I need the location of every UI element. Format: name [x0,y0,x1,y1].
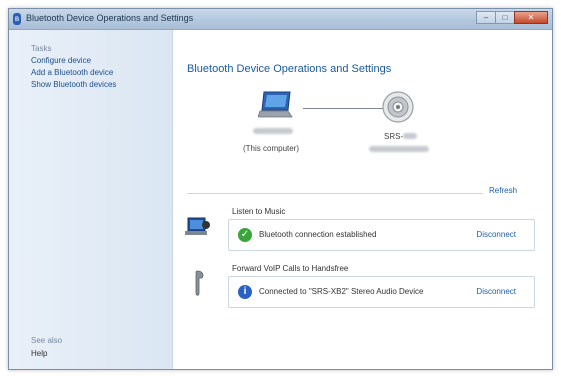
configure-device-link[interactable]: Configure device [31,56,91,65]
disconnect-music-link[interactable]: Disconnect [476,230,516,239]
speaker-icon [382,91,414,123]
headset-icon [195,270,204,296]
maximize-button[interactable]: □ [495,11,515,24]
device-name-prefix: SRS- [384,132,404,141]
listen-to-music-title: Listen to Music [232,207,286,216]
refresh-link[interactable]: Refresh [489,186,517,195]
device-name-redacted [403,133,417,139]
close-button[interactable]: ✕ [514,11,548,24]
voip-status-text: Connected to "SRS-XB2" Stereo Audio Devi… [259,287,424,296]
music-status-text: Bluetooth connection established [259,230,377,239]
page-title: Bluetooth Device Operations and Settings [187,63,392,75]
tasks-heading: Tasks [31,44,52,53]
help-link[interactable]: Help [31,349,47,358]
bluetooth-window: ʙ Bluetooth Device Operations and Settin… [8,8,553,370]
forward-voip-title: Forward VoIP Calls to Handsfree [232,264,349,273]
checkmark-icon: ✓ [238,228,252,242]
window-title: Bluetooth Device Operations and Settings [26,13,194,23]
info-icon: i [238,285,252,299]
listen-to-music-box: ✓ Bluetooth connection established Disco… [228,219,535,251]
music-computer-icon [185,217,210,235]
add-bluetooth-device-link[interactable]: Add a Bluetooth device [31,68,113,77]
task-sidebar: Tasks Configure device Add a Bluetooth d… [9,30,173,369]
minimize-button[interactable]: – [476,11,496,24]
disconnect-voip-link[interactable]: Disconnect [476,287,516,296]
caption-buttons: – □ ✕ [476,11,548,25]
computer-name-redacted [253,128,293,134]
device-address-redacted [369,146,429,152]
separator [187,193,483,194]
this-computer-caption: (This computer) [243,144,300,153]
laptop-icon [258,91,293,118]
bluetooth-icon: ʙ [13,13,21,25]
show-bluetooth-devices-link[interactable]: Show Bluetooth devices [31,80,116,89]
forward-voip-box: i Connected to "SRS-XB2" Stereo Audio De… [228,276,535,308]
connection-line [303,108,383,109]
see-also-heading: See also [31,336,63,345]
main-panel: Bluetooth Device Operations and Settings… [173,30,552,369]
title-bar[interactable]: ʙ Bluetooth Device Operations and Settin… [9,9,552,30]
